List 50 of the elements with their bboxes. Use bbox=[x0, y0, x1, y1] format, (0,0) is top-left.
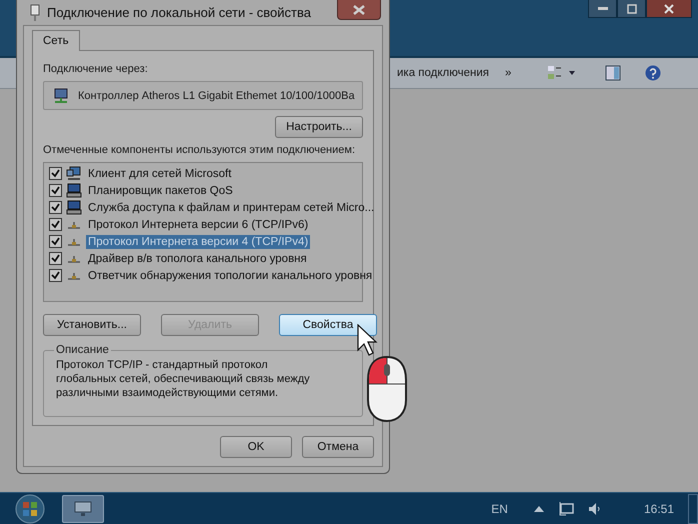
description-text: Протокол TCP/IP - стандартный протокол глобальных сетей, обеспечивающий связь между различными взаимодействующими сетями. bbox=[56, 358, 311, 400]
close-button[interactable] bbox=[337, 0, 381, 20]
taskbar-button[interactable] bbox=[62, 494, 104, 522]
action-button[interactable]: Свойства bbox=[279, 314, 377, 336]
adapter-name: Контроллер Atheros L1 Gigabit Ethemet 10/100/1000Ba bbox=[78, 90, 355, 102]
checkbox[interactable] bbox=[49, 167, 62, 180]
preview-pane-icon[interactable] bbox=[605, 65, 622, 81]
checkbox[interactable] bbox=[49, 201, 62, 214]
computer-icon bbox=[66, 200, 82, 215]
clock[interactable]: 16:51 bbox=[644, 502, 674, 516]
checkbox[interactable] bbox=[49, 269, 62, 282]
mouse-pointer-icon bbox=[357, 324, 379, 358]
dialog-button[interactable]: Отмена bbox=[302, 436, 374, 458]
checkbox[interactable] bbox=[49, 184, 62, 197]
minimize-icon bbox=[598, 6, 608, 10]
component-item[interactable]: Служба доступа к файлам и принтерам сетей Micro... bbox=[86, 200, 376, 214]
configure-button[interactable]: Настроить... bbox=[275, 116, 363, 138]
minimize-button[interactable] bbox=[588, 0, 617, 18]
language-indicator[interactable]: EN bbox=[491, 502, 508, 516]
view-options-icon[interactable] bbox=[547, 65, 576, 81]
help-icon[interactable] bbox=[645, 65, 662, 81]
checkbox[interactable] bbox=[49, 218, 62, 231]
computer-icon bbox=[66, 183, 82, 198]
component-item[interactable]: Протокол Интернета версии 6 (TCP/IPv6) bbox=[86, 218, 310, 232]
connect-using-label: Подключение через: bbox=[43, 63, 149, 75]
maximize-button[interactable] bbox=[617, 0, 646, 18]
action-button[interactable]: Установить... bbox=[43, 314, 141, 336]
monitor-icon bbox=[74, 500, 92, 516]
more-commands-button[interactable]: » bbox=[505, 67, 512, 79]
volume-icon[interactable] bbox=[588, 502, 602, 516]
checkbox[interactable] bbox=[49, 252, 62, 265]
close-icon bbox=[664, 4, 674, 14]
close-icon bbox=[353, 4, 365, 14]
network-tray-icon[interactable] bbox=[558, 500, 574, 516]
components-label: Отмеченные компоненты используются этим подключением: bbox=[43, 144, 356, 156]
component-item[interactable]: Протокол Интернета версии 4 (TCP/IPv4) bbox=[86, 234, 310, 248]
component-item[interactable]: Планировщик пакетов QoS bbox=[86, 184, 235, 198]
dialog-button[interactable]: OK bbox=[220, 436, 292, 458]
component-item[interactable]: Ответчик обнаружения топологии канального уровня bbox=[86, 268, 374, 282]
checkbox[interactable] bbox=[49, 235, 62, 248]
description-title: Описание bbox=[55, 344, 110, 356]
network-client-icon bbox=[66, 166, 82, 181]
component-item[interactable]: Клиент для сетей Microsoft bbox=[86, 166, 234, 180]
maximize-icon bbox=[626, 4, 636, 14]
component-item[interactable]: Драйвер в/в тополога канального уровня bbox=[86, 252, 309, 266]
window-title: Подключение по локальной сети - свойства bbox=[47, 5, 311, 20]
close-button[interactable] bbox=[646, 0, 692, 18]
tab[interactable]: Сеть bbox=[32, 30, 80, 51]
toolbar-item[interactable]: ика подключения bbox=[397, 67, 490, 79]
show-hidden-icons-icon[interactable] bbox=[534, 506, 544, 512]
